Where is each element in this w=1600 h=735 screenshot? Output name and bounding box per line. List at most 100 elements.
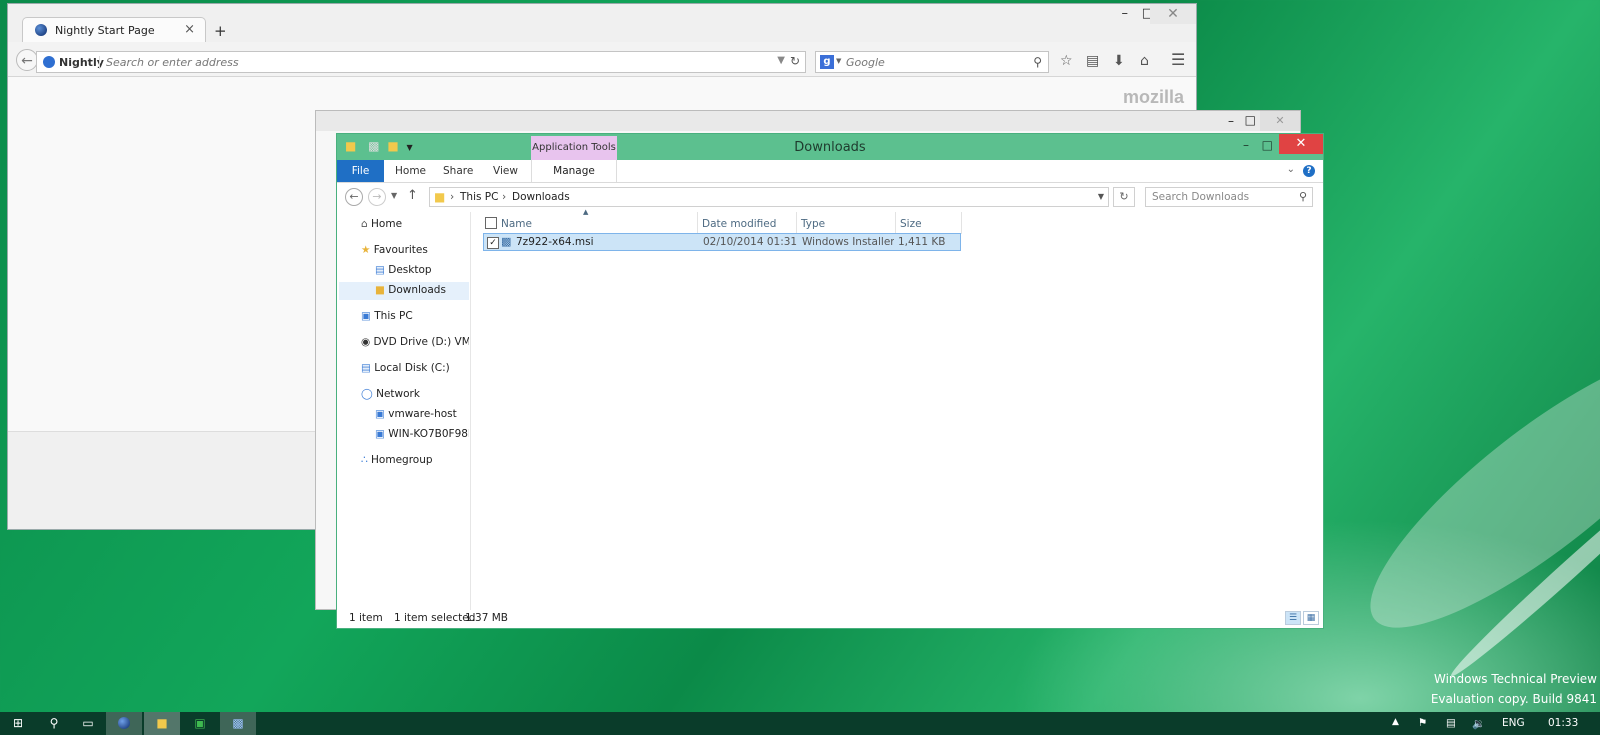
nav-item-vmware-host[interactable]: ▣ vmware-host — [375, 408, 457, 420]
minimize-button[interactable]: – — [1122, 6, 1129, 21]
nav-label: Homegroup — [371, 454, 433, 466]
downloads-folder-icon: ■ — [375, 284, 385, 296]
tab-share[interactable]: Share — [443, 165, 473, 177]
nav-label: DVD Drive (D:) VMware Tools — [373, 336, 469, 348]
identity-label: Nightly — [59, 56, 104, 69]
installer-file-icon: ▩ — [501, 235, 512, 248]
column-header-size[interactable]: Size — [900, 218, 922, 230]
breadcrumb-this-pc[interactable]: This PC — [460, 191, 498, 203]
forward-arrow-icon[interactable]: → — [368, 188, 386, 206]
nav-item-favourites[interactable]: ★ Favourites — [361, 244, 428, 256]
tab-file[interactable]: File — [337, 160, 384, 182]
search-icon[interactable]: ⚲ — [1033, 55, 1042, 69]
nav-item-homegroup[interactable]: ∴ Homegroup — [361, 454, 433, 466]
row-checkbox[interactable]: ✓ — [487, 237, 499, 249]
close-button[interactable]: ✕ — [1279, 134, 1323, 154]
nav-label: Local Disk (C:) — [374, 362, 450, 374]
tab-view[interactable]: View — [493, 165, 518, 177]
dvd-drive-icon: ◉ — [361, 336, 371, 348]
select-all-checkbox[interactable] — [485, 217, 497, 229]
minimize-button[interactable]: – — [1243, 138, 1249, 152]
maximize-button[interactable]: □ — [1262, 138, 1273, 152]
column-divider[interactable] — [697, 212, 698, 234]
downloads-icon[interactable]: ⬇ — [1113, 53, 1125, 69]
column-header-date[interactable]: Date modified — [702, 218, 776, 230]
nav-label: Desktop — [388, 264, 432, 276]
column-header-type[interactable]: Type — [801, 218, 825, 230]
column-divider[interactable] — [895, 212, 896, 234]
search-bar[interactable]: g ▼ Google ⚲ — [815, 51, 1049, 73]
nav-item-win-host[interactable]: ▣ WIN-KO7B0F98I5T — [375, 428, 469, 440]
task-view-icon[interactable]: ▭ — [70, 712, 106, 735]
breadcrumb-separator-icon[interactable]: › — [502, 191, 506, 203]
large-icons-view-icon[interactable]: ▦ — [1303, 611, 1319, 625]
refresh-icon[interactable]: ↻ — [1113, 187, 1135, 207]
recent-locations-icon[interactable]: ▼ — [391, 191, 397, 200]
browser-tab[interactable]: Nightly Start Page × — [22, 17, 206, 43]
back-arrow-icon[interactable]: ← — [16, 49, 38, 71]
google-search-engine-icon[interactable]: g — [820, 55, 834, 69]
nav-item-this-pc[interactable]: ▣ This PC — [361, 310, 413, 322]
maximize-button[interactable]: □ — [1245, 113, 1256, 127]
address-input[interactable]: Search or enter address — [99, 56, 239, 69]
selection-size: 1.37 MB — [465, 612, 508, 624]
new-tab-button[interactable]: + — [214, 22, 227, 40]
back-arrow-icon[interactable]: ← — [345, 188, 363, 206]
address-bar[interactable]: Nightly Search or enter address ▼ ↻ — [36, 51, 806, 73]
help-icon[interactable]: ? — [1303, 165, 1315, 177]
network-icon[interactable]: ▤ — [1446, 717, 1456, 729]
search-input[interactable]: Google — [846, 56, 885, 69]
nightly-taskbar-icon[interactable] — [106, 712, 142, 735]
up-arrow-icon[interactable]: ↑ — [407, 188, 418, 203]
search-input[interactable]: Search Downloads — [1152, 191, 1249, 203]
nav-item-downloads[interactable]: ■ Downloads — [375, 284, 446, 296]
input-language[interactable]: ENG — [1502, 717, 1525, 729]
expand-ribbon-icon[interactable]: ⌄ — [1287, 164, 1295, 175]
table-row[interactable]: ✓ ▩ 7z922-x64.msi 02/10/2014 01:31 Windo… — [483, 233, 961, 251]
address-dropdown-icon[interactable]: ▼ — [1098, 192, 1104, 201]
search-icon[interactable]: ⚲ — [1299, 190, 1307, 203]
clock[interactable]: 01:33 — [1548, 717, 1578, 729]
nav-item-home[interactable]: ⌂ Home — [361, 218, 402, 230]
breadcrumb-downloads[interactable]: Downloads — [512, 191, 570, 203]
column-divider[interactable] — [961, 212, 962, 234]
close-button[interactable]: ✕ — [1260, 111, 1300, 131]
background-window-titlebar: – □ ✕ — [316, 111, 1300, 131]
details-view-icon[interactable]: ☰ — [1285, 611, 1301, 625]
minimize-button[interactable]: – — [1228, 114, 1234, 128]
action-center-flag-icon[interactable]: ⚑ — [1418, 717, 1427, 729]
column-divider[interactable] — [796, 212, 797, 234]
nightly-logo-icon — [35, 24, 47, 36]
file-explorer-taskbar-icon[interactable]: ■ — [144, 712, 180, 735]
engine-dropdown-icon[interactable]: ▼ — [836, 57, 841, 65]
history-dropdown-icon[interactable]: ▼ — [777, 55, 785, 66]
nav-item-network[interactable]: ◯ Network — [361, 388, 420, 400]
address-bar[interactable]: ■ › This PC › Downloads ▼ — [429, 187, 1109, 207]
tab-home[interactable]: Home — [395, 165, 426, 177]
column-header-name[interactable]: Name — [501, 218, 532, 230]
tab-close-icon[interactable]: × — [184, 22, 195, 37]
nav-label: Favourites — [373, 244, 428, 256]
search-box[interactable]: Search Downloads ⚲ — [1145, 187, 1313, 207]
nav-item-dvd-drive[interactable]: ◉ DVD Drive (D:) VMware Tools — [361, 336, 469, 348]
home-icon[interactable]: ⌂ — [1140, 53, 1149, 69]
reading-list-icon[interactable]: ▤ — [1086, 53, 1099, 69]
remote-desktop-icon[interactable]: ▩ — [220, 712, 256, 735]
bookmark-star-icon[interactable]: ☆ — [1060, 53, 1073, 69]
breadcrumb-separator-icon[interactable]: › — [450, 191, 454, 203]
tab-manage[interactable]: Manage — [531, 160, 617, 182]
nav-label: WIN-KO7B0F98I5T — [388, 428, 469, 440]
search-icon[interactable]: ⚲ — [36, 712, 72, 735]
close-button[interactable]: ✕ — [1150, 4, 1196, 24]
show-hidden-icons-icon[interactable]: ▲ — [1392, 717, 1399, 727]
nav-item-desktop[interactable]: ▤ Desktop — [375, 264, 432, 276]
menu-icon[interactable]: ☰ — [1171, 50, 1185, 69]
nav-label: vmware-host — [388, 408, 457, 420]
file-list: ▲ Name Date modified Type Size ✓ ▩ 7z922… — [471, 208, 1323, 610]
nav-item-local-disk[interactable]: ▤ Local Disk (C:) — [361, 362, 450, 374]
store-icon[interactable]: ▣ — [182, 712, 218, 735]
start-windows-icon[interactable]: ⊞ — [0, 712, 36, 735]
volume-icon[interactable]: 🔉 — [1472, 717, 1485, 730]
explorer-window: ■ ▩ ■ ▼ Application Tools Downloads – □ … — [336, 133, 1324, 629]
reload-icon[interactable]: ↻ — [790, 54, 800, 68]
